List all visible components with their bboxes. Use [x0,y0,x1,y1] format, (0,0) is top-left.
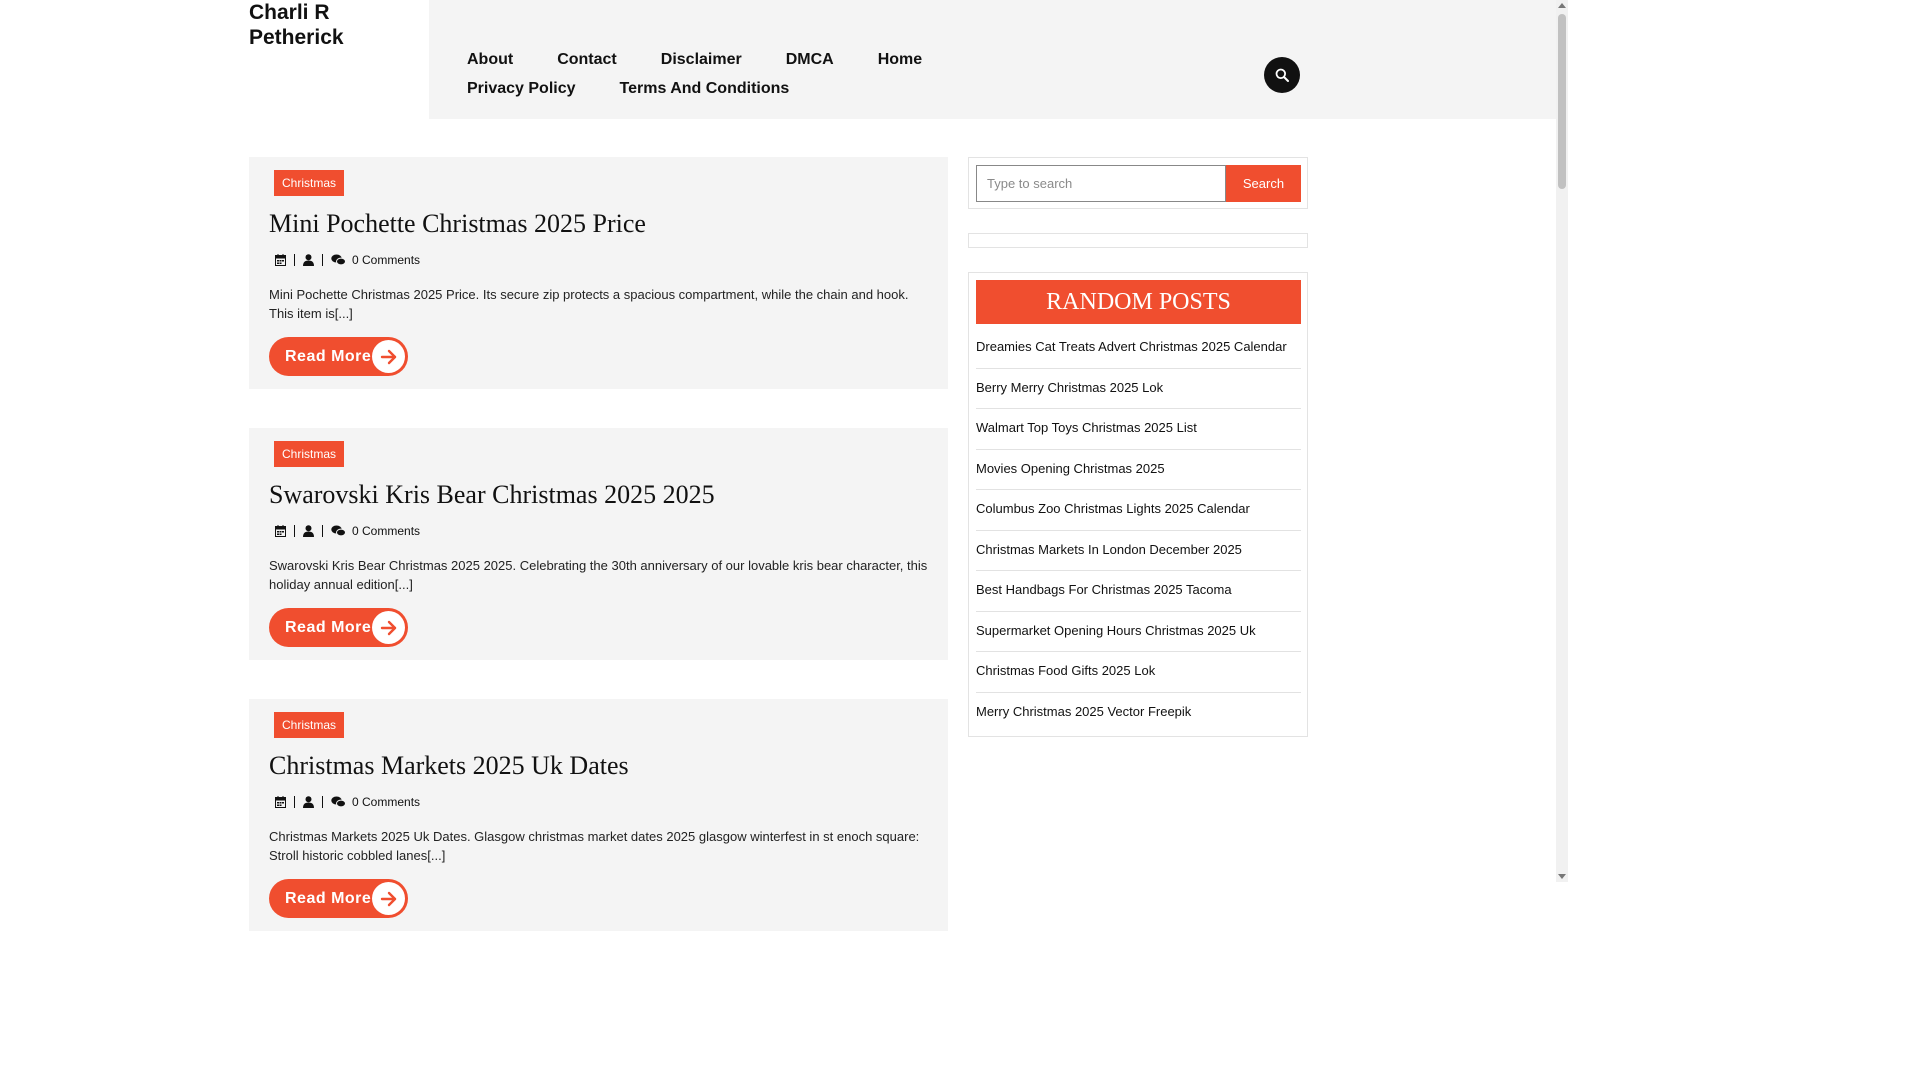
calendar-icon [275,796,286,808]
meta-separator [322,796,323,808]
nav-item-disclaimer[interactable]: Disclaimer [661,45,742,74]
random-post-link[interactable]: Christmas Food Gifts 2025 Lok [976,652,1301,693]
post-comments-count[interactable]: 0 Comments [352,524,420,538]
read-more-button[interactable]: Read More [269,879,408,918]
meta-separator [322,525,323,537]
read-more-button[interactable]: Read More [269,337,408,376]
post-excerpt: Christmas Markets 2025 Uk Dates. Glasgow… [269,829,920,863]
random-post-link[interactable]: Merry Christmas 2025 Vector Freepik [976,693,1301,734]
random-post-link[interactable]: Supermarket Opening Hours Christmas 2025… [976,612,1301,652]
sidebar-random-posts-widget: RANDOM POSTS Dreamies Cat Treats Advert … [968,272,1308,737]
post-card: Christmas Swarovski Kris Bear Christmas … [249,428,948,660]
page-scrollbar[interactable] [1556,0,1568,882]
post-card: Christmas Mini Pochette Christmas 2025 P… [249,157,948,389]
post-meta: 0 Comments [275,794,420,810]
calendar-icon [275,525,286,537]
read-more-arrow [372,882,405,915]
random-post-link[interactable]: Movies Opening Christmas 2025 [976,450,1301,490]
calendar-icon [275,254,286,266]
post-title[interactable]: Mini Pochette Christmas 2025 Price [269,209,646,239]
meta-separator [294,254,295,266]
post-category-badge[interactable]: Christmas [274,441,345,467]
meta-separator [322,254,323,266]
search-input[interactable] [976,165,1226,202]
user-icon [303,254,314,266]
arrow-right-icon [380,349,396,364]
random-post-link[interactable]: Best Handbags For Christmas 2025 Tacoma [976,571,1301,612]
random-post-link[interactable]: Christmas Markets In London December 202… [976,531,1301,571]
post-meta: 0 Comments [275,523,420,539]
post-category-badge[interactable]: Christmas [274,712,345,738]
read-more-label: Read More [285,619,372,636]
nav-item-dmca[interactable]: DMCA [786,45,834,74]
random-posts-list: Dreamies Cat Treats Advert Christmas 202… [976,328,1301,733]
random-post-link[interactable]: Columbus Zoo Christmas Lights 2025 Calen… [976,490,1301,531]
post-title[interactable]: Christmas Markets 2025 Uk Dates [269,751,629,781]
nav-item-contact[interactable]: Contact [557,45,617,74]
user-icon [303,796,314,808]
post-comments-count[interactable]: 0 Comments [352,253,420,267]
meta-separator [294,525,295,537]
read-more-arrow [372,340,405,373]
site-header: Charli R Petherick About Contact Disclai… [0,0,1556,119]
nav-item-about[interactable]: About [467,45,513,74]
post-excerpt: Swarovski Kris Bear Christmas 2025 2025.… [269,558,928,592]
read-more-button[interactable]: Read More [269,608,408,647]
comments-icon [331,254,346,266]
meta-separator [294,796,295,808]
site-title[interactable]: Charli R Petherick [249,0,419,50]
scrollbar-thumb[interactable] [1558,14,1566,189]
random-post-link[interactable]: Dreamies Cat Treats Advert Christmas 202… [976,328,1301,369]
post-card: Christmas Christmas Markets 2025 Uk Date… [249,699,948,931]
post-category-badge[interactable]: Christmas [274,170,345,196]
search-button[interactable]: Search [1226,165,1301,202]
post-title[interactable]: Swarovski Kris Bear Christmas 2025 2025 [269,480,715,510]
nav-item-terms-and-conditions[interactable]: Terms And Conditions [620,74,790,103]
scroll-up-icon[interactable] [1558,3,1566,8]
random-post-link[interactable]: Berry Merry Christmas 2025 Lok [976,369,1301,409]
sidebar-search-widget: Search [968,157,1308,209]
read-more-label: Read More [285,890,372,907]
comments-icon [331,525,346,537]
post-meta: 0 Comments [275,252,420,268]
search-icon [1275,68,1289,82]
arrow-right-icon [380,620,396,635]
arrow-right-icon [380,891,396,906]
header-search-button[interactable] [1264,57,1300,93]
random-posts-title: RANDOM POSTS [976,280,1301,324]
post-comments-count[interactable]: 0 Comments [352,795,420,809]
post-excerpt: Mini Pochette Christmas 2025 Price. Its … [269,287,909,321]
user-icon [303,525,314,537]
sidebar-empty-widget [968,233,1308,248]
comments-icon [331,796,346,808]
scroll-down-icon[interactable] [1558,874,1566,879]
read-more-arrow [372,611,405,644]
read-more-label: Read More [285,348,372,365]
random-post-link[interactable]: Walmart Top Toys Christmas 2025 List [976,409,1301,450]
nav-item-privacy-policy[interactable]: Privacy Policy [467,74,576,103]
nav-item-home[interactable]: Home [878,45,922,74]
main-navigation: About Contact Disclaimer DMCA Home Priva… [467,45,1107,103]
